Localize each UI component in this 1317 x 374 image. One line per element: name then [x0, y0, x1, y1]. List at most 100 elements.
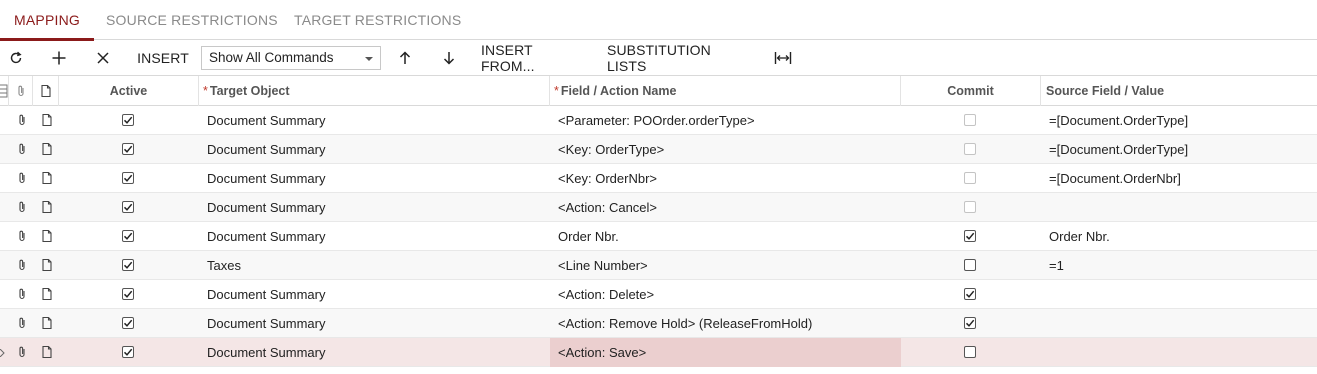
target-object-cell[interactable]: Document Summary [207, 193, 547, 222]
note-icon[interactable] [40, 113, 54, 127]
note-icon[interactable] [40, 345, 54, 359]
attach-file-icon[interactable] [15, 142, 29, 156]
commit-checkbox[interactable] [964, 288, 976, 300]
active-checkbox[interactable] [122, 172, 134, 184]
note-icon[interactable] [40, 258, 54, 272]
table-row[interactable]: Document Summary <Action: Delete> [0, 280, 1317, 309]
command-filter-select[interactable]: Show All Commands [201, 46, 381, 70]
commit-checkbox[interactable] [964, 259, 976, 271]
field-action-cell[interactable]: <Action: Delete> [550, 280, 901, 309]
field-action-cell[interactable]: <Parameter: POOrder.orderType> [550, 106, 901, 135]
source-field-cell[interactable]: Order Nbr. [1049, 222, 1314, 251]
tab-target-restrictions[interactable]: TARGET RESTRICTIONS [294, 0, 461, 40]
row-selector-header[interactable] [0, 76, 9, 106]
commit-column-header[interactable]: Commit [901, 76, 1041, 106]
source-field-cell[interactable]: =[Document.OrderNbr] [1049, 164, 1314, 193]
commit-checkbox[interactable] [964, 114, 976, 126]
target-object-cell[interactable]: Document Summary [207, 338, 547, 367]
active-checkbox[interactable] [122, 143, 134, 155]
table-row[interactable]: Document Summary <Key: OrderType> =[Docume… [0, 135, 1317, 164]
target-object-cell[interactable]: Document Summary [207, 106, 547, 135]
tab-mapping[interactable]: MAPPING [0, 0, 94, 41]
attach-file-icon[interactable] [15, 258, 29, 272]
required-marker: * [554, 84, 559, 98]
active-checkbox[interactable] [122, 201, 134, 213]
insert-from-button[interactable]: INSERT FROM... [481, 40, 589, 76]
field-action-cell[interactable]: <Line Number> [550, 251, 901, 280]
table-row[interactable]: Document Summary Order Nbr. Order Nbr. [0, 222, 1317, 251]
attach-file-icon[interactable] [15, 200, 29, 214]
source-field-column-header[interactable]: Source Field / Value [1041, 76, 1317, 106]
note-icon[interactable] [40, 200, 54, 214]
field-action-header-label: Field / Action Name [560, 84, 677, 98]
note-icon[interactable] [40, 142, 54, 156]
refresh-button[interactable] [4, 40, 28, 76]
source-field-cell[interactable]: =[Document.OrderType] [1049, 106, 1314, 135]
note-icon[interactable] [40, 229, 54, 243]
table-row[interactable]: Document Summary <Parameter: POOrder.orde… [0, 106, 1317, 135]
target-object-cell[interactable]: Document Summary [207, 222, 547, 251]
attach-file-icon[interactable] [15, 171, 29, 185]
column-settings-icon [0, 84, 8, 98]
source-field-cell[interactable] [1049, 280, 1314, 309]
files-column-header[interactable] [9, 76, 33, 106]
notes-column-header[interactable] [33, 76, 59, 106]
source-field-cell[interactable] [1049, 193, 1314, 222]
table-row[interactable]: Taxes <Line Number> =1 [0, 251, 1317, 280]
active-checkbox[interactable] [122, 230, 134, 242]
target-object-header-label: Target Object [209, 84, 290, 98]
field-action-cell[interactable]: <Key: OrderType> [550, 135, 901, 164]
move-up-button[interactable] [393, 40, 417, 76]
target-object-cell[interactable]: Taxes [207, 251, 547, 280]
substitution-lists-button[interactable]: SUBSTITUTION LISTS [607, 40, 753, 76]
commit-checkbox[interactable] [964, 317, 976, 329]
commit-checkbox[interactable] [964, 346, 976, 358]
current-row-indicator-icon [0, 349, 5, 357]
active-checkbox[interactable] [122, 114, 134, 126]
table-row[interactable]: Document Summary <Key: OrderNbr> =[Documen… [0, 164, 1317, 193]
grid-header: Active * Target Object * Field / Action Na… [0, 76, 1317, 106]
attach-file-icon[interactable] [15, 113, 29, 127]
attach-file-icon[interactable] [15, 229, 29, 243]
target-object-column-header[interactable]: * Target Object [199, 76, 550, 106]
field-action-cell[interactable]: <Action: Remove Hold> (ReleaseFromHold) [550, 309, 901, 338]
attach-file-icon[interactable] [15, 345, 29, 359]
attach-file-icon[interactable] [15, 316, 29, 330]
required-marker: * [203, 84, 208, 98]
delete-row-button[interactable] [91, 40, 115, 76]
target-object-cell[interactable]: Document Summary [207, 135, 547, 164]
table-row[interactable]: Document Summary <Action: Remove Hold> (R… [0, 309, 1317, 338]
source-field-cell[interactable]: =[Document.OrderType] [1049, 135, 1314, 164]
field-action-cell[interactable]: <Action: Cancel> [550, 193, 901, 222]
active-checkbox[interactable] [122, 259, 134, 271]
source-field-cell[interactable] [1049, 309, 1314, 338]
target-object-cell[interactable]: Document Summary [207, 309, 547, 338]
tab-source-restrictions[interactable]: SOURCE RESTRICTIONS [106, 0, 278, 40]
commit-checkbox[interactable] [964, 143, 976, 155]
table-row[interactable]: Document Summary <Action: Save> [0, 338, 1317, 367]
add-row-button[interactable] [47, 40, 71, 76]
field-action-cell[interactable]: <Key: OrderNbr> [550, 164, 901, 193]
target-object-cell[interactable]: Document Summary [207, 280, 547, 309]
note-icon[interactable] [40, 171, 54, 185]
insert-button[interactable]: INSERT [136, 40, 190, 76]
attach-file-icon[interactable] [15, 287, 29, 301]
active-checkbox[interactable] [122, 346, 134, 358]
move-down-button[interactable] [437, 40, 461, 76]
note-icon[interactable] [40, 287, 54, 301]
note-icon[interactable] [40, 316, 54, 330]
target-object-cell[interactable]: Document Summary [207, 164, 547, 193]
field-action-cell[interactable]: <Action: Save> [550, 338, 901, 367]
active-checkbox[interactable] [122, 288, 134, 300]
field-action-cell[interactable]: Order Nbr. [550, 222, 901, 251]
table-row[interactable]: Document Summary <Action: Cancel> [0, 193, 1317, 222]
fit-columns-button[interactable] [772, 40, 794, 76]
source-field-cell[interactable]: =1 [1049, 251, 1314, 280]
commit-checkbox[interactable] [964, 230, 976, 242]
field-action-column-header[interactable]: * Field / Action Name [550, 76, 901, 106]
source-field-cell[interactable] [1049, 338, 1314, 367]
commit-checkbox[interactable] [964, 172, 976, 184]
active-column-header[interactable]: Active [59, 76, 199, 106]
commit-checkbox[interactable] [964, 201, 976, 213]
active-checkbox[interactable] [122, 317, 134, 329]
